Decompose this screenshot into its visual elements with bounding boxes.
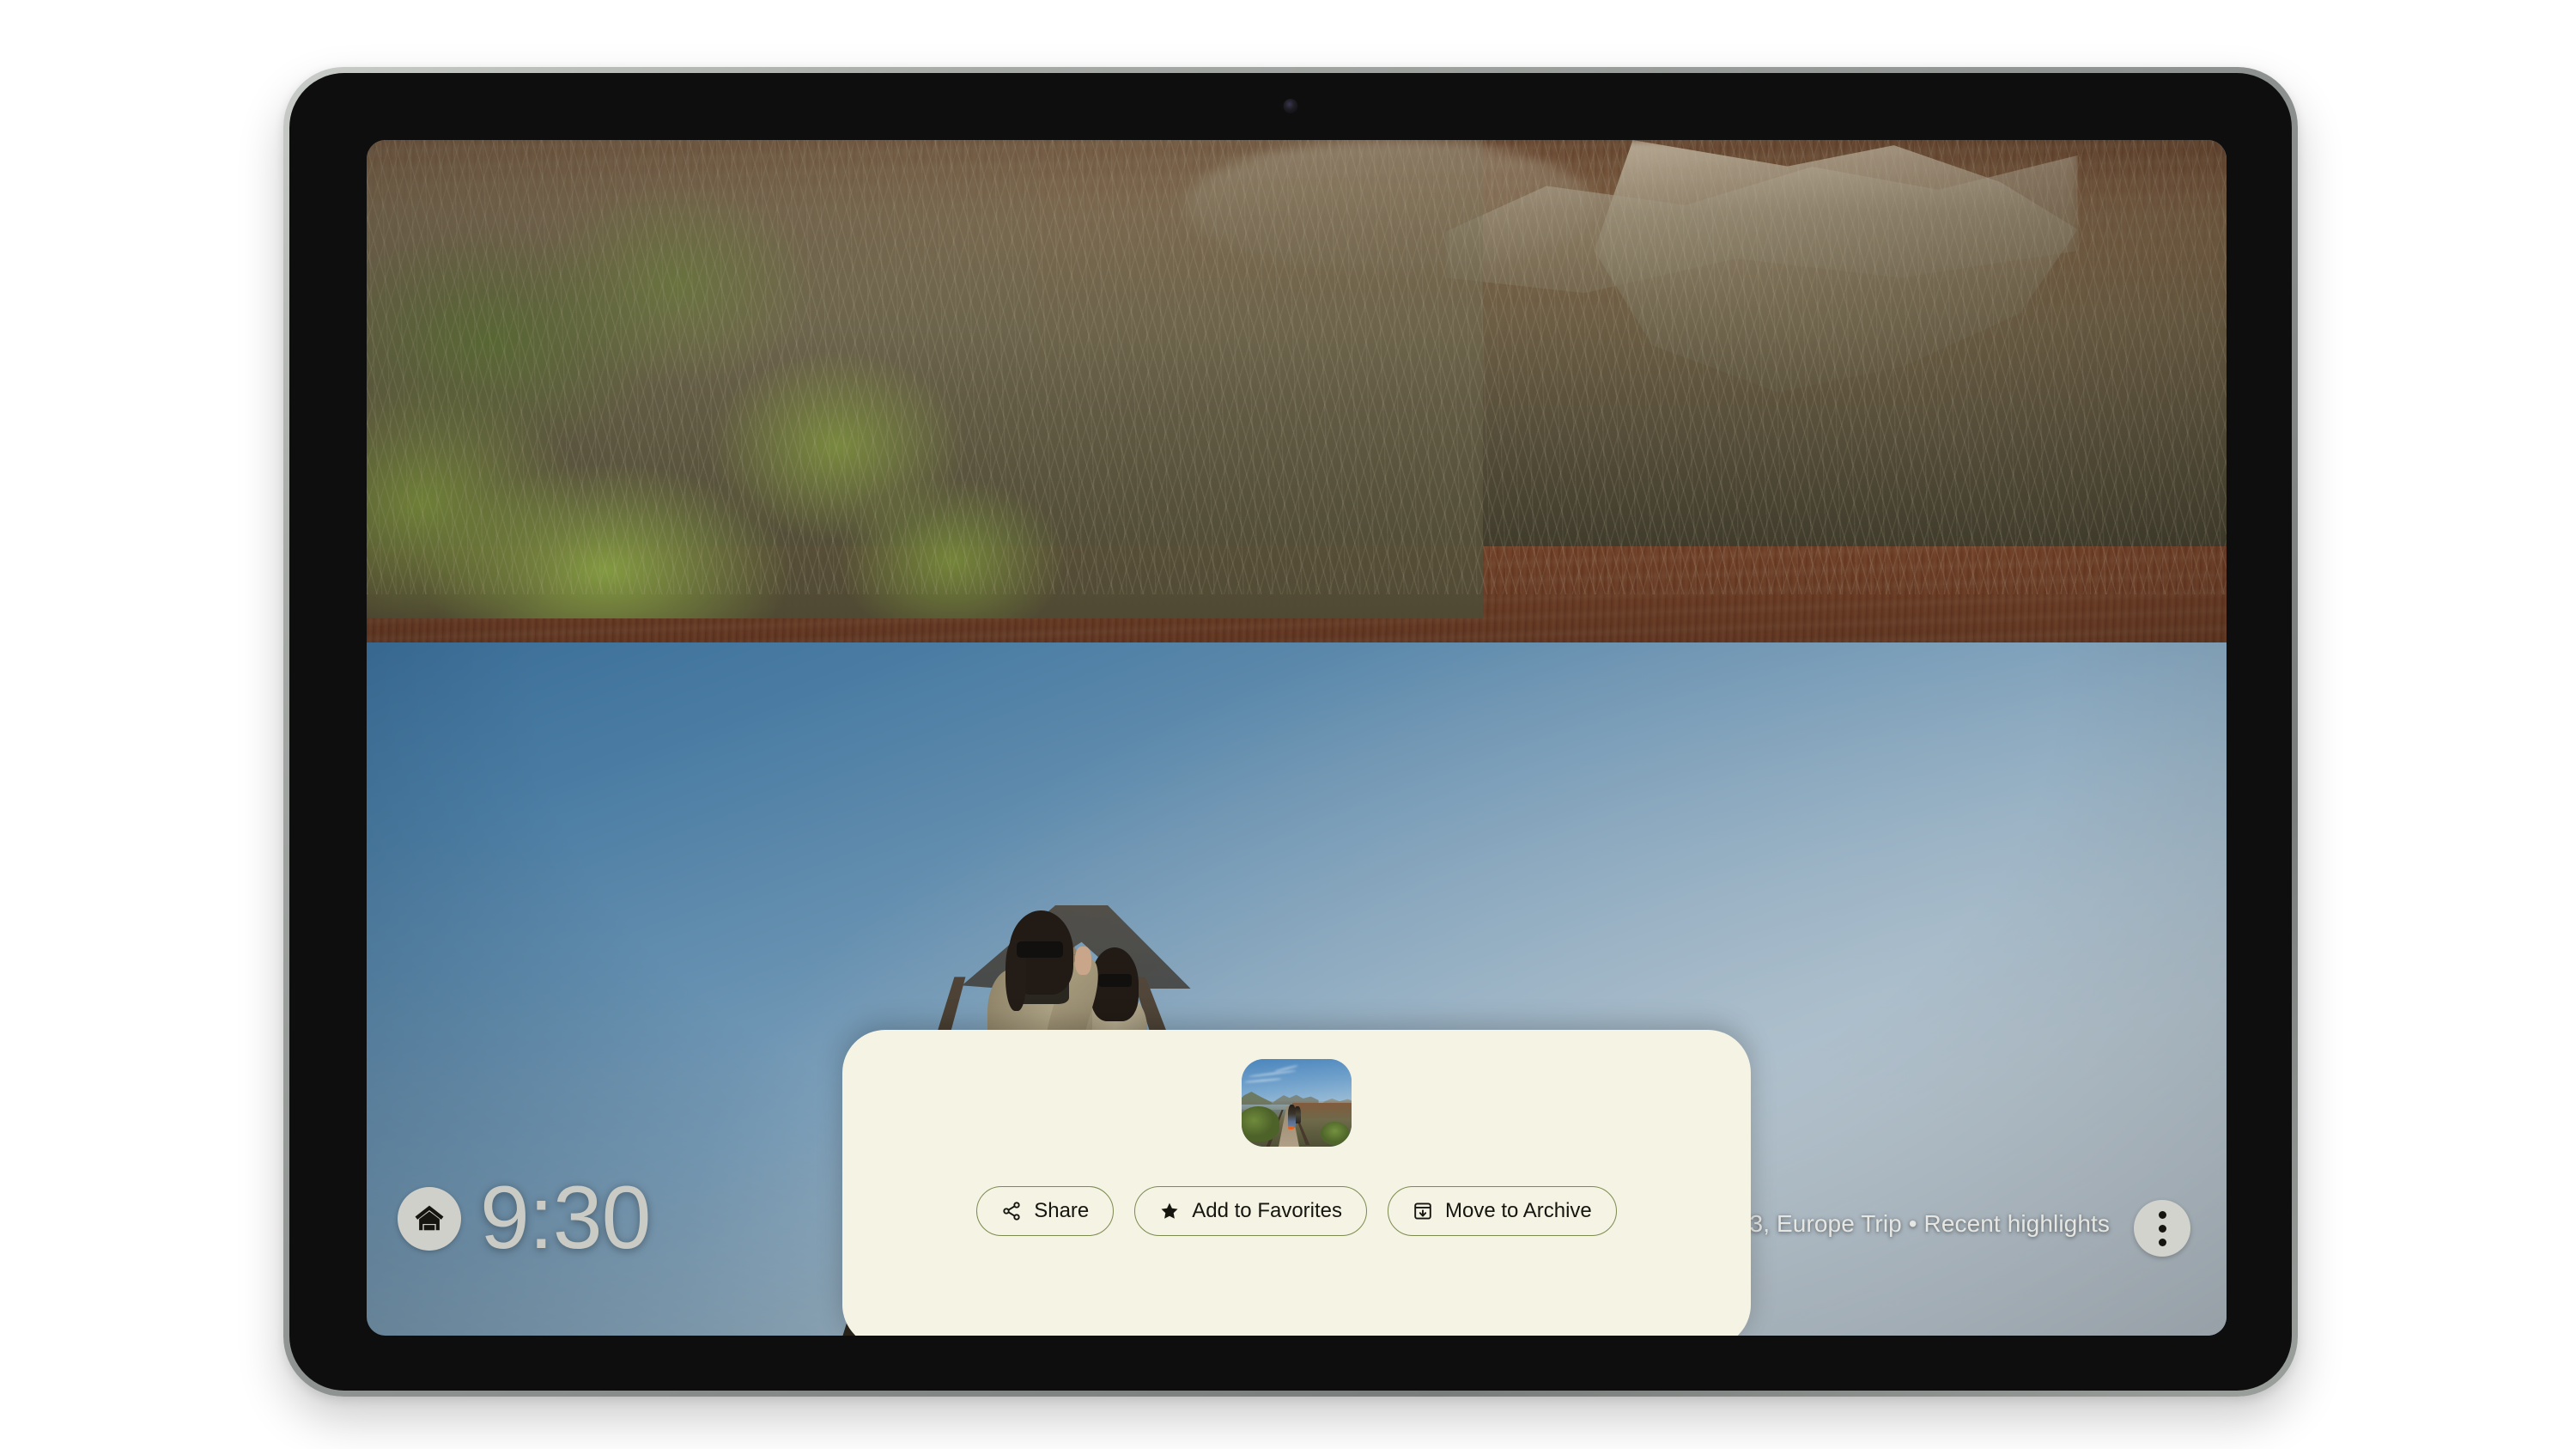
overflow-dot: [2158, 1238, 2166, 1246]
move-to-archive-label: Move to Archive: [1445, 1199, 1592, 1222]
archive-down-icon: [1414, 1202, 1431, 1220]
tablet-bezel: 9:30 22, 2023, Europe Trip • Recent high…: [289, 73, 2292, 1391]
front-camera-icon: [1283, 99, 1298, 113]
share-button[interactable]: Share: [976, 1186, 1115, 1236]
home-icon: [415, 1205, 444, 1231]
photo-thumbnail[interactable]: [1242, 1059, 1352, 1147]
overflow-dot: [2158, 1224, 2166, 1233]
more-vertical-icon[interactable]: [2134, 1200, 2190, 1257]
add-to-favorites-label: Add to Favorites: [1192, 1199, 1343, 1222]
home-button[interactable]: [398, 1187, 461, 1251]
star-icon: [1161, 1202, 1178, 1219]
tablet-screen[interactable]: 9:30 22, 2023, Europe Trip • Recent high…: [367, 140, 2227, 1336]
share-button-label: Share: [1034, 1199, 1090, 1222]
share-icon: [1003, 1202, 1020, 1221]
screenshot-stage: 9:30 22, 2023, Europe Trip • Recent high…: [0, 0, 2576, 1449]
lockscreen-clock-row: 9:30: [398, 1168, 651, 1269]
clock-time: 9:30: [480, 1168, 651, 1269]
move-to-archive-button[interactable]: Move to Archive: [1388, 1186, 1617, 1236]
dialog-action-row: Share Add to Favorites Move to Archive: [976, 1186, 1617, 1236]
add-to-favorites-button[interactable]: Add to Favorites: [1134, 1186, 1368, 1236]
overflow-dot: [2158, 1210, 2166, 1219]
photo-action-dialog[interactable]: Share Add to Favorites Move to Archive: [842, 1030, 1751, 1336]
tablet-device: 9:30 22, 2023, Europe Trip • Recent high…: [283, 67, 2298, 1397]
